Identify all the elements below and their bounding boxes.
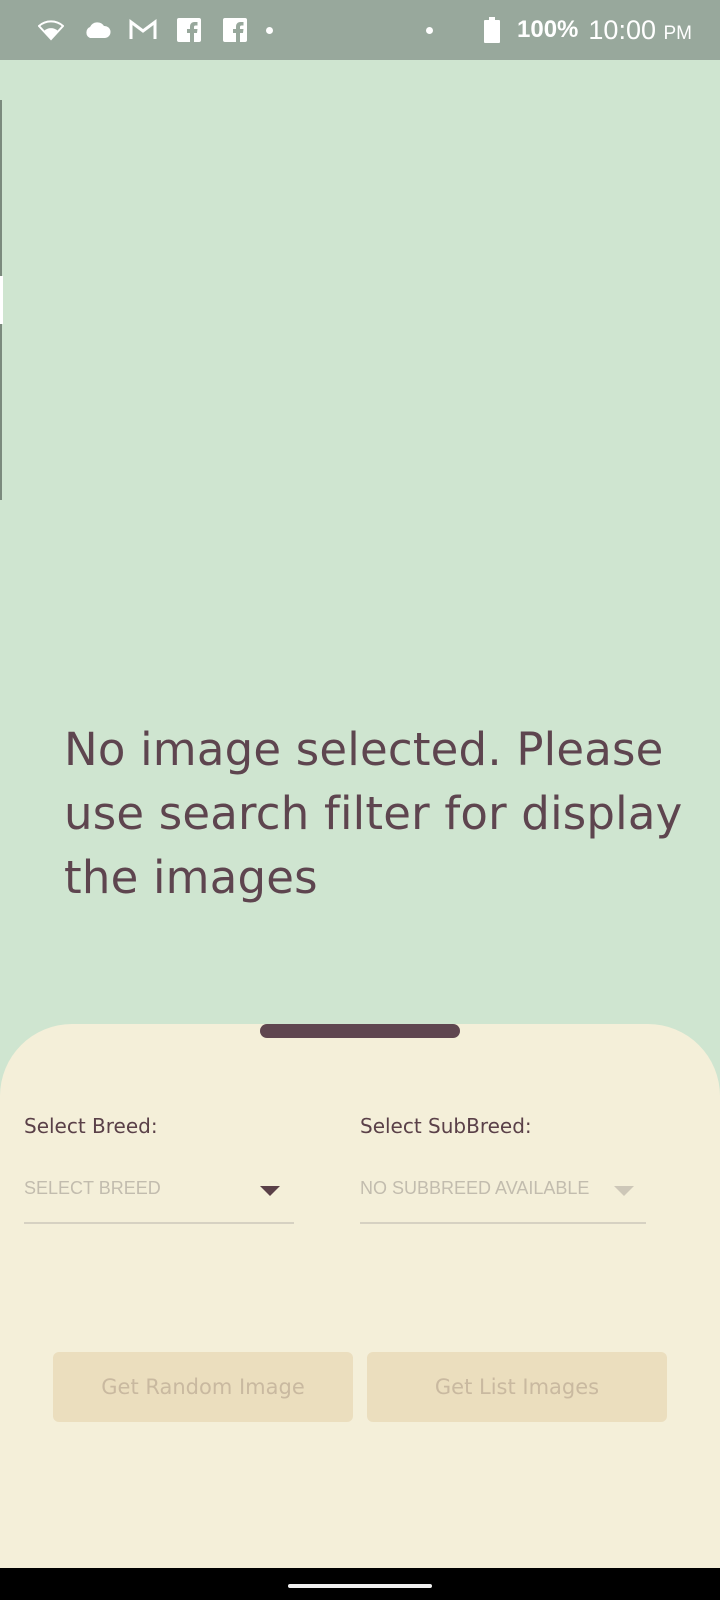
status-icons-left (36, 15, 273, 45)
chevron-down-icon (260, 1186, 280, 1196)
dot-icon (426, 27, 433, 34)
subbreed-label: Select SubBreed: (360, 1114, 532, 1138)
filter-bottom-sheet: Select Breed: Select SubBreed: SELECT BR… (0, 1024, 720, 1568)
get-random-image-button[interactable]: Get Random Image (53, 1352, 353, 1422)
status-icons-right: 100% 10:00 PM (477, 15, 692, 46)
clock-time: 10:00 (588, 14, 656, 45)
facebook-icon (174, 15, 204, 45)
empty-state-message: No image selected. Please use search fil… (64, 723, 683, 904)
home-indicator[interactable] (288, 1584, 432, 1588)
clock-ampm: PM (663, 22, 693, 44)
clock: 10:00 PM (588, 15, 692, 46)
breed-dropdown-value: SELECT BREED (24, 1178, 161, 1198)
battery-percentage: 100% (517, 16, 579, 43)
cloud-icon (82, 15, 112, 45)
breed-label: Select Breed: (24, 1114, 158, 1138)
wifi-icon (36, 15, 66, 45)
get-list-images-button[interactable]: Get List Images (367, 1352, 667, 1422)
facebook-icon (220, 15, 250, 45)
battery-icon (477, 15, 507, 45)
status-bar: 100% 10:00 PM (0, 0, 720, 60)
breed-dropdown[interactable]: SELECT BREED (24, 1174, 294, 1224)
dot-icon (266, 26, 273, 34)
subbreed-dropdown[interactable]: NO SUBBREED AVAILABLE (360, 1174, 646, 1224)
subbreed-dropdown-value: NO SUBBREED AVAILABLE (360, 1178, 590, 1198)
sheet-drag-handle[interactable] (260, 1024, 460, 1038)
gmail-icon (128, 15, 158, 45)
chevron-down-icon (614, 1186, 634, 1196)
edge-drag-handle[interactable] (0, 276, 3, 324)
